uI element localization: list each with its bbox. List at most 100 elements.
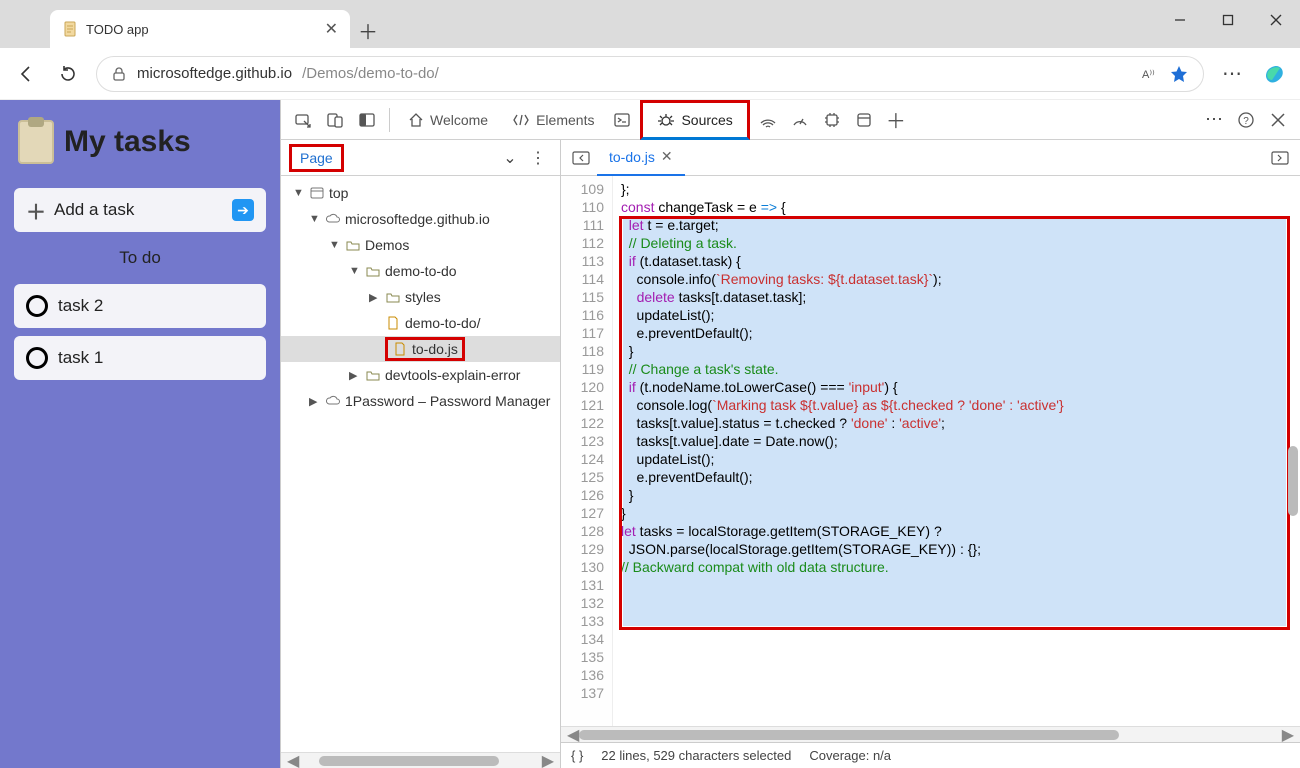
tree-item-1password[interactable]: ▶1Password – Password Manager (281, 388, 560, 414)
section-label: To do (14, 244, 266, 272)
task-label: task 2 (58, 296, 103, 316)
network-icon[interactable] (754, 106, 782, 134)
app-icon[interactable] (850, 106, 878, 134)
lock-icon (111, 66, 127, 82)
more-icon[interactable]: ⋯ (1200, 106, 1228, 134)
inspect-icon[interactable] (289, 106, 317, 134)
collapse-side-icon[interactable] (1266, 144, 1294, 172)
minimize-button[interactable] (1156, 0, 1204, 40)
address-bar: microsoftedge.github.io/Demos/demo-to-do… (0, 48, 1300, 100)
url-host: microsoftedge.github.io (137, 65, 292, 82)
vertical-scrollbar[interactable] (1288, 446, 1298, 516)
svg-text:?: ? (1243, 116, 1249, 127)
task-item[interactable]: task 2 (14, 284, 266, 328)
task-item[interactable]: task 1 (14, 336, 266, 380)
collapse-nav-icon[interactable] (567, 144, 595, 172)
tab-sources[interactable]: Sources (640, 100, 749, 140)
todo-app: My tasks ＋ Add a task ➔ To do task 2 tas… (0, 100, 280, 768)
folder-icon (385, 289, 401, 305)
read-aloud-icon[interactable]: A⁾⁾ (1141, 65, 1159, 83)
page-icon (62, 21, 78, 37)
navigator-scrollbar[interactable]: ◀▶ (281, 752, 560, 768)
brackets-icon (512, 112, 530, 128)
tab-welcome[interactable]: Welcome (398, 100, 498, 140)
folder-icon (365, 367, 381, 383)
code-editor[interactable]: 1091101111121131141151161171181191201211… (561, 176, 1300, 726)
app-heading: My tasks (64, 125, 191, 159)
navigator-pane: Page ⌄ ⋮ ▼top ▼microsoftedge.github.io ▼… (281, 140, 561, 768)
back-button[interactable] (12, 60, 40, 88)
tree-item-demo-html[interactable]: demo-to-do/ (281, 310, 560, 336)
editor-tabs: to-do.js ✕ (561, 140, 1300, 176)
menu-button[interactable]: ⋯ (1218, 60, 1246, 88)
copilot-icon[interactable] (1260, 60, 1288, 88)
task-list: task 2 task 1 (14, 284, 266, 388)
titlebar: TODO app ✕ ＋ (0, 0, 1300, 48)
devtools: Welcome Elements Sources ＋ ⋯ ? (280, 100, 1300, 768)
add-task-label: Add a task (54, 200, 134, 220)
tree-item-styles[interactable]: ▶styles (281, 284, 560, 310)
coverage-info: Coverage: n/a (809, 748, 891, 763)
tab-title: TODO app (86, 22, 317, 37)
add-tab-icon[interactable]: ＋ (882, 106, 910, 134)
url-field[interactable]: microsoftedge.github.io/Demos/demo-to-do… (96, 56, 1204, 92)
window-icon (309, 185, 325, 201)
tree-item-top[interactable]: ▼top (281, 180, 560, 206)
submit-arrow-icon[interactable]: ➔ (232, 199, 254, 221)
checkbox-icon[interactable] (26, 347, 48, 369)
cloud-icon (325, 393, 341, 409)
memory-icon[interactable] (818, 106, 846, 134)
tree-item-devtools-explain[interactable]: ▶devtools-explain-error (281, 362, 560, 388)
favorite-icon[interactable] (1169, 64, 1189, 84)
tree-item-origin[interactable]: ▼microsoftedge.github.io (281, 206, 560, 232)
line-gutter: 1091101111121131141151161171181191201211… (561, 176, 613, 726)
tab-close-icon[interactable]: ✕ (325, 19, 338, 39)
braces-label[interactable]: { } (571, 748, 583, 763)
code-lines[interactable]: };const changeTask = e => { let t = e.ta… (613, 176, 1300, 726)
folder-icon (365, 263, 381, 279)
cloud-icon (325, 211, 341, 227)
editor-pane: to-do.js ✕ 10911011111211311411511611711… (561, 140, 1300, 768)
console-icon[interactable] (608, 106, 636, 134)
kebab-icon[interactable]: ⋮ (524, 144, 552, 172)
refresh-button[interactable] (54, 60, 82, 88)
editor-tab-label: to-do.js (609, 149, 655, 165)
help-icon[interactable]: ? (1232, 106, 1260, 134)
close-button[interactable] (1252, 0, 1300, 40)
devtools-body: Page ⌄ ⋮ ▼top ▼microsoftedge.github.io ▼… (281, 140, 1300, 768)
url-path: /Demos/demo-to-do/ (302, 65, 439, 82)
clipboard-icon (18, 120, 54, 164)
editor-h-scrollbar[interactable]: ◀▶ (561, 726, 1300, 742)
editor-tab[interactable]: to-do.js ✕ (597, 140, 685, 176)
devtools-close-icon[interactable] (1264, 106, 1292, 134)
file-icon (392, 341, 408, 357)
dock-icon[interactable] (353, 106, 381, 134)
file-icon (385, 315, 401, 331)
main: My tasks ＋ Add a task ➔ To do task 2 tas… (0, 100, 1300, 768)
selection-info: 22 lines, 529 characters selected (601, 748, 791, 763)
navigator-tab-page[interactable]: Page (289, 144, 344, 172)
tree-item-demos[interactable]: ▼Demos (281, 232, 560, 258)
home-icon (408, 112, 424, 128)
navigator-header: Page ⌄ ⋮ (281, 140, 560, 176)
tree-item-to-do-js[interactable]: to-do.js (281, 336, 560, 362)
device-icon[interactable] (321, 106, 349, 134)
app-title: My tasks (14, 114, 266, 176)
svg-text:A⁾⁾: A⁾⁾ (1142, 69, 1155, 81)
window-controls (1156, 0, 1300, 40)
new-tab-button[interactable]: ＋ (350, 12, 386, 48)
editor-statusbar: { } 22 lines, 529 characters selected Co… (561, 742, 1300, 768)
checkbox-icon[interactable] (26, 295, 48, 317)
add-task-input[interactable]: ＋ Add a task ➔ (14, 188, 266, 232)
devtools-toolbar: Welcome Elements Sources ＋ ⋯ ? (281, 100, 1300, 140)
folder-icon (345, 237, 361, 253)
tree-item-demo-to-do[interactable]: ▼demo-to-do (281, 258, 560, 284)
tab-elements[interactable]: Elements (502, 100, 604, 140)
browser-tab[interactable]: TODO app ✕ (50, 10, 350, 48)
file-tree[interactable]: ▼top ▼microsoftedge.github.io ▼Demos ▼de… (281, 176, 560, 752)
maximize-button[interactable] (1204, 0, 1252, 40)
chevron-down-icon[interactable]: ⌄ (496, 144, 524, 172)
editor-tab-close-icon[interactable]: ✕ (661, 148, 673, 165)
bug-icon (657, 111, 675, 129)
performance-icon[interactable] (786, 106, 814, 134)
